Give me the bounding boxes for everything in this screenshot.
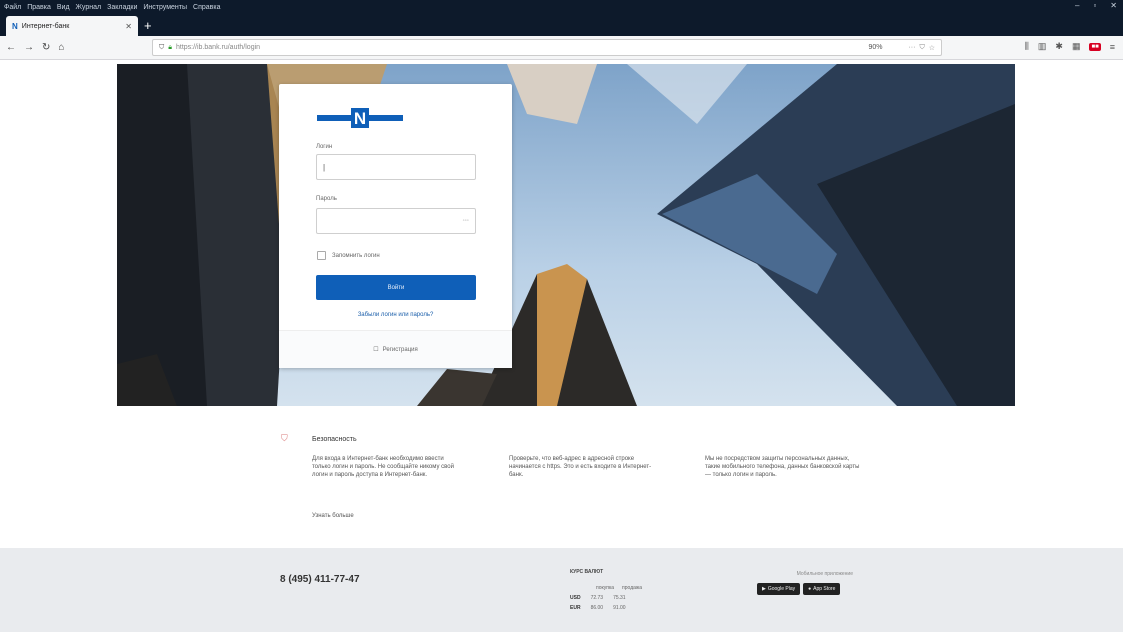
currency-code: EUR [570,605,581,611]
new-tab-icon[interactable]: + [144,16,152,36]
login-label: Логин [316,144,333,150]
rates-title: КУРС ВАЛЮТ [570,569,604,575]
apple-icon: ● [808,586,812,592]
menu-item[interactable]: Закладки [107,4,137,11]
mobile-apps: Мобильное приложение ▶ Google Play ● App St… [757,571,853,595]
password-label: Пароль [316,196,337,202]
url-text[interactable]: https://ib.bank.ru/auth/login [176,44,260,51]
password-input[interactable]: ◦◦◦ [316,208,476,234]
extension-icon[interactable]: ✱ [1055,41,1063,52]
page-footer [0,548,1123,632]
home-icon[interactable]: ⌂ [58,42,64,53]
minimize-icon[interactable]: – [1075,1,1079,10]
shield-icon[interactable]: ⛉ [159,44,164,52]
rate-row: USD 72.73 75.31 [570,595,642,601]
zoom-level[interactable]: 90% [868,44,882,51]
menu-item[interactable]: Справка [193,4,220,11]
close-icon[interactable]: ✕ [1110,1,1117,10]
exchange-rates: КУРС ВАЛЮТ покупка продажа USD 72.73 75.… [570,569,642,611]
maximize-icon[interactable]: ▫ [1093,1,1096,10]
menu-item[interactable]: Правка [27,4,51,11]
google-play-button[interactable]: ▶ Google Play [757,583,801,595]
library-icon[interactable]: ⫼ [1025,41,1029,52]
menu-item[interactable]: Вид [57,4,70,11]
browser-tab[interactable]: N Интернет-банк ✕ [6,16,138,36]
browser-menubar: Файл Правка Вид Журнал Закладки Инструменты Сп… [0,0,1123,14]
sell-rate: 91.00 [613,605,626,611]
lock-icon[interactable]: 🔒︎ [168,44,172,52]
login-input[interactable]: | [316,154,476,180]
bookmark-star-icon[interactable]: ☆ [929,44,935,52]
sidebar-icon[interactable]: ▥ [1038,41,1047,52]
close-tab-icon[interactable]: ✕ [125,22,132,31]
menu-item[interactable]: Журнал [76,4,102,11]
rate-row: EUR 86.00 91.00 [570,605,642,611]
currency-code: USD [570,595,581,601]
app-buttons: ▶ Google Play ● App Store [757,583,853,595]
toolbar-icons: ⫼ ▥ ✱ ▦ ■■ ≡ [1025,41,1115,52]
security-text-1: Для входа в Интернет-банк необходимо вве… [312,456,454,478]
remember-label[interactable]: Запомнить логин [332,253,380,259]
page-actions-icon[interactable]: ··· [908,44,915,51]
text-cursor: | [323,162,326,172]
security-title: Безопасность [312,436,357,443]
buy-rate: 72.73 [590,595,604,601]
skyscrapers-image [117,64,1015,406]
browser-navbar: ← → ↻ ⌂ ⛉ 🔒︎ https://ib.bank.ru/auth/log… [0,36,1123,60]
register-label: Регистрация [382,346,418,353]
browser-tabbar: N Интернет-банк ✕ + [0,14,1123,36]
address-bar[interactable]: ⛉ 🔒︎ https://ib.bank.ru/auth/login 90% ·… [152,39,942,56]
window-controls: – ▫ ✕ [1075,1,1117,10]
remember-checkbox[interactable] [317,251,326,260]
apps-title: Мобильное приложение [796,571,853,577]
phone-number[interactable]: 8 (495) 411-77-47 [280,574,360,585]
security-text-2: Проверьте, что веб-адрес в адресной стро… [509,456,652,478]
sell-header: продажа [622,585,643,591]
extension-badge-icon[interactable]: ■■ [1089,42,1101,51]
shield-icon: ⛉ [281,433,288,443]
svg-text:N: N [354,109,366,128]
reload-icon[interactable]: ↻ [42,42,50,53]
menu-item[interactable]: Инструменты [143,4,187,11]
grid-icon[interactable]: ▦ [1072,41,1081,52]
favicon-icon: N [12,21,18,31]
rates-header: покупка продажа [570,585,642,591]
buy-header: покупка [596,585,615,591]
hero-banner [117,64,1015,406]
app-store-label: App Store [813,586,836,592]
register-icon: ☐ [373,347,379,353]
learn-more-link[interactable]: Узнать больше [312,512,354,520]
register-link[interactable]: ☐ Регистрация [279,330,512,368]
pocket-icon[interactable]: ⛉ [919,44,924,52]
forgot-password-link[interactable]: Забыли логин или пароль? [279,312,512,318]
security-text-3: Мы не посредством защиты персональных да… [705,456,860,478]
app-store-button[interactable]: ● App Store [803,583,841,595]
bank-logo: N [317,108,403,128]
login-card: N Логин | Пароль ◦◦◦ Запомнить логин Вой… [279,84,512,368]
menu-icon[interactable]: ≡ [1110,42,1115,52]
google-play-label: Google Play [767,586,796,592]
forward-icon[interactable]: → [24,42,34,53]
sell-rate: 75.31 [613,595,626,601]
buy-rate: 86.00 [590,605,604,611]
tab-title: Интернет-банк [21,22,70,30]
play-icon: ▶ [762,586,766,592]
back-icon[interactable]: ← [6,42,16,53]
login-button[interactable]: Войти [316,275,476,300]
show-password-icon[interactable]: ◦◦◦ [463,218,469,224]
menu-item[interactable]: Файл [4,4,21,11]
